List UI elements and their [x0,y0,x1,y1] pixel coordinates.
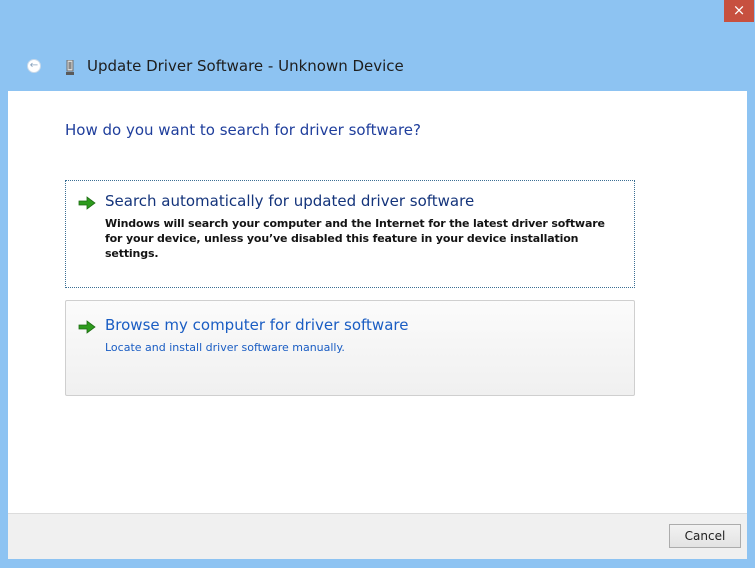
button-bar: Cancel [8,513,747,559]
back-button[interactable]: ← [27,59,41,73]
option-title: Browse my computer for driver software [105,316,409,334]
dialog-window: × ← Update Driver Software - Unknown Dev… [0,0,755,568]
option-description: Windows will search your computer and th… [105,217,605,260]
green-arrow-icon [78,196,96,210]
content-area: How do you want to search for driver sof… [8,91,747,513]
device-icon [66,60,74,75]
browse-computer-option[interactable]: Browse my computer for driver software L… [65,300,635,396]
option-description: Locate and install driver software manua… [105,341,345,354]
search-automatically-option[interactable]: Search automatically for updated driver … [65,180,635,288]
close-button[interactable]: × [724,0,754,22]
window-title: Update Driver Software - Unknown Device [87,57,404,75]
title-bar[interactable]: × [0,0,755,37]
green-arrow-icon [78,320,96,334]
page-heading: How do you want to search for driver sof… [65,121,421,139]
dialog-header: ← Update Driver Software - Unknown Devic… [0,50,755,84]
option-title: Search automatically for updated driver … [105,192,475,210]
cancel-button[interactable]: Cancel [669,524,741,548]
